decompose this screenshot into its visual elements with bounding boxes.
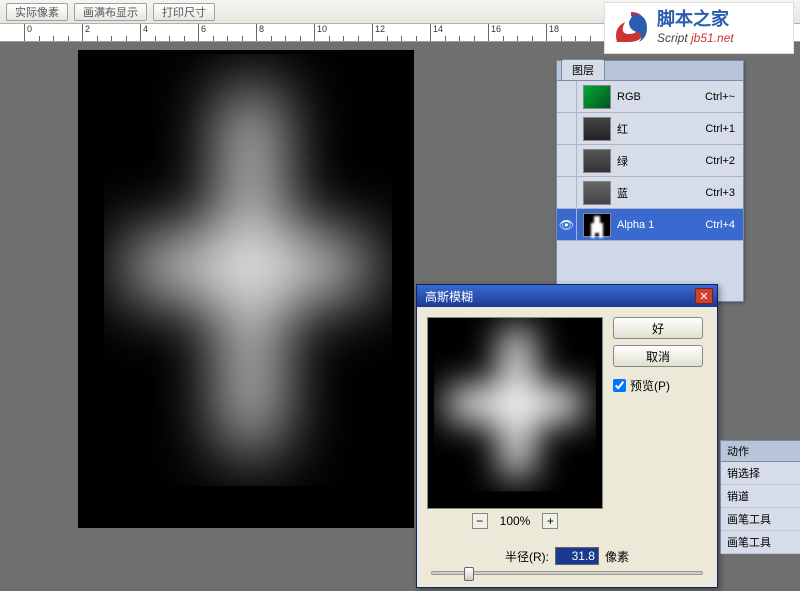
gaussian-blur-dialog: 高斯模糊 ✕ − 100% + 好 bbox=[416, 284, 718, 588]
visibility-eye-icon[interactable] bbox=[557, 177, 577, 208]
zoom-in-button[interactable]: + bbox=[542, 513, 558, 529]
btn-fit-screen[interactable]: 画满布显示 bbox=[74, 3, 147, 21]
visibility-eye-icon[interactable]: 👁 bbox=[557, 209, 577, 240]
btn-print-size[interactable]: 打印尺寸 bbox=[153, 3, 215, 21]
panel-item[interactable]: 画笔工具 bbox=[721, 531, 800, 554]
preview-checkbox-row[interactable]: 预览(P) bbox=[613, 377, 703, 394]
channel-thumbnail bbox=[583, 85, 611, 109]
ruler-tick: 8 bbox=[256, 24, 264, 42]
ruler-tick: 14 bbox=[430, 24, 443, 42]
ruler-tick: 12 bbox=[372, 24, 385, 42]
channel-thumbnail bbox=[583, 181, 611, 205]
panel-item[interactable]: 画笔工具 bbox=[721, 508, 800, 531]
panel-header-actions[interactable]: 动作 bbox=[721, 440, 800, 462]
radius-input[interactable] bbox=[555, 547, 599, 565]
ruler-tick: 0 bbox=[24, 24, 32, 42]
radius-slider-thumb[interactable] bbox=[464, 567, 474, 581]
preview-checkbox[interactable] bbox=[613, 379, 626, 392]
btn-actual-pixels[interactable]: 实际像素 bbox=[6, 3, 68, 21]
dialog-titlebar[interactable]: 高斯模糊 ✕ bbox=[417, 285, 717, 307]
channel-shortcut: Ctrl+~ bbox=[705, 91, 743, 103]
cancel-button[interactable]: 取消 bbox=[613, 345, 703, 367]
channel-thumbnail bbox=[583, 149, 611, 173]
ruler-tick: 2 bbox=[82, 24, 90, 42]
ok-button[interactable]: 好 bbox=[613, 317, 703, 339]
dialog-title: 高斯模糊 bbox=[425, 288, 473, 305]
channel-row[interactable]: RGBCtrl+~ bbox=[557, 81, 743, 113]
zoom-out-button[interactable]: − bbox=[472, 513, 488, 529]
channel-shortcut: Ctrl+4 bbox=[705, 219, 743, 231]
radius-label: 半径(R): bbox=[505, 548, 549, 565]
channel-thumbnail bbox=[583, 117, 611, 141]
canvas[interactable] bbox=[78, 50, 414, 528]
zoom-value: 100% bbox=[500, 514, 531, 528]
channel-name: RGB bbox=[617, 91, 705, 103]
radius-slider[interactable] bbox=[431, 571, 703, 575]
channel-shortcut: Ctrl+2 bbox=[705, 155, 743, 167]
channel-row[interactable]: 绿Ctrl+2 bbox=[557, 145, 743, 177]
blur-preview[interactable] bbox=[427, 317, 603, 509]
channel-row[interactable]: 红Ctrl+1 bbox=[557, 113, 743, 145]
tab-layers[interactable]: 图层 bbox=[561, 59, 605, 80]
right-docked-panels: 动作 销选择 销道 画笔工具 画笔工具 bbox=[720, 440, 800, 554]
close-icon[interactable]: ✕ bbox=[695, 288, 713, 304]
visibility-eye-icon[interactable] bbox=[557, 113, 577, 144]
ruler-tick: 6 bbox=[198, 24, 206, 42]
ruler-tick: 4 bbox=[140, 24, 148, 42]
channel-name: 绿 bbox=[617, 153, 705, 169]
channel-row[interactable]: 👁 Alpha 1Ctrl+4 bbox=[557, 209, 743, 241]
ruler-tick: 18 bbox=[546, 24, 559, 42]
logo-icon bbox=[611, 8, 651, 48]
ruler-tick: 16 bbox=[488, 24, 501, 42]
channel-name: Alpha 1 bbox=[617, 219, 705, 231]
channel-name: 蓝 bbox=[617, 185, 705, 201]
channel-name: 红 bbox=[617, 121, 705, 137]
radius-unit: 像素 bbox=[605, 548, 629, 565]
ruler-tick: 10 bbox=[314, 24, 327, 42]
visibility-eye-icon[interactable] bbox=[557, 81, 577, 112]
panel-item[interactable]: 销选择 bbox=[721, 462, 800, 485]
channel-shortcut: Ctrl+3 bbox=[705, 187, 743, 199]
panel-item[interactable]: 销道 bbox=[721, 485, 800, 508]
channel-thumbnail bbox=[583, 213, 611, 237]
channels-panel: 图层 RGBCtrl+~红Ctrl+1绿Ctrl+2蓝Ctrl+3👁Alpha … bbox=[556, 60, 744, 302]
channel-row[interactable]: 蓝Ctrl+3 bbox=[557, 177, 743, 209]
logo-title: 脚本之家 bbox=[657, 10, 734, 30]
watermark-logo: 脚本之家 Script jb51.net bbox=[604, 2, 794, 54]
preview-label: 预览(P) bbox=[630, 377, 670, 394]
logo-subtitle: Script jb51.net bbox=[657, 30, 734, 45]
channel-shortcut: Ctrl+1 bbox=[705, 123, 743, 135]
visibility-eye-icon[interactable] bbox=[557, 145, 577, 176]
